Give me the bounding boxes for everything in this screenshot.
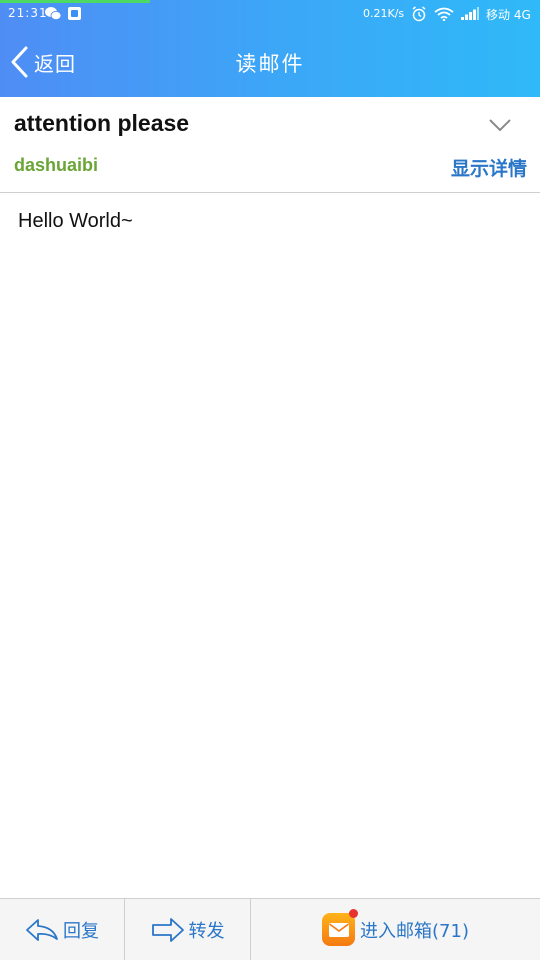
page-title: 读邮件 xyxy=(235,52,305,76)
wechat-icon xyxy=(45,7,61,20)
app-notification-icon xyxy=(68,7,81,20)
email-body: Hello World~ xyxy=(18,210,133,232)
forward-button[interactable]: 转发 xyxy=(125,899,250,960)
carrier-label: 移动 4G xyxy=(486,8,531,22)
reply-arrow-icon xyxy=(26,918,58,941)
envelope-icon xyxy=(328,922,349,937)
show-details-link[interactable]: 显示详情 xyxy=(451,154,527,181)
reply-button[interactable]: 回复 xyxy=(0,899,124,960)
wifi-icon xyxy=(434,7,454,21)
alarm-icon xyxy=(412,6,426,22)
open-mailbox-button[interactable]: 进入邮箱(71) xyxy=(251,899,540,960)
unread-dot xyxy=(349,909,359,918)
email-subject: attention please xyxy=(14,110,190,136)
network-speed: 0.21K/s xyxy=(363,7,405,20)
status-time: 21:31 xyxy=(8,6,48,20)
bottom-action-bar: 回复 转发 进入邮箱(71) xyxy=(0,898,540,960)
mail-app-icon xyxy=(322,909,359,946)
forward-arrow-icon xyxy=(151,917,184,942)
signal-icon xyxy=(461,7,479,20)
chevron-down-icon[interactable] xyxy=(488,118,512,132)
reply-label: 回复 xyxy=(63,920,99,942)
email-sender: dashuaibi xyxy=(14,155,99,175)
status-bar: 21:31 0.21K/s 移动 4G xyxy=(0,0,540,28)
mailbox-label: 进入邮箱(71) xyxy=(360,920,469,942)
divider xyxy=(0,192,540,193)
forward-label: 转发 xyxy=(188,920,225,942)
header: 21:31 0.21K/s 移动 4G 返回 读邮件 xyxy=(0,0,540,97)
